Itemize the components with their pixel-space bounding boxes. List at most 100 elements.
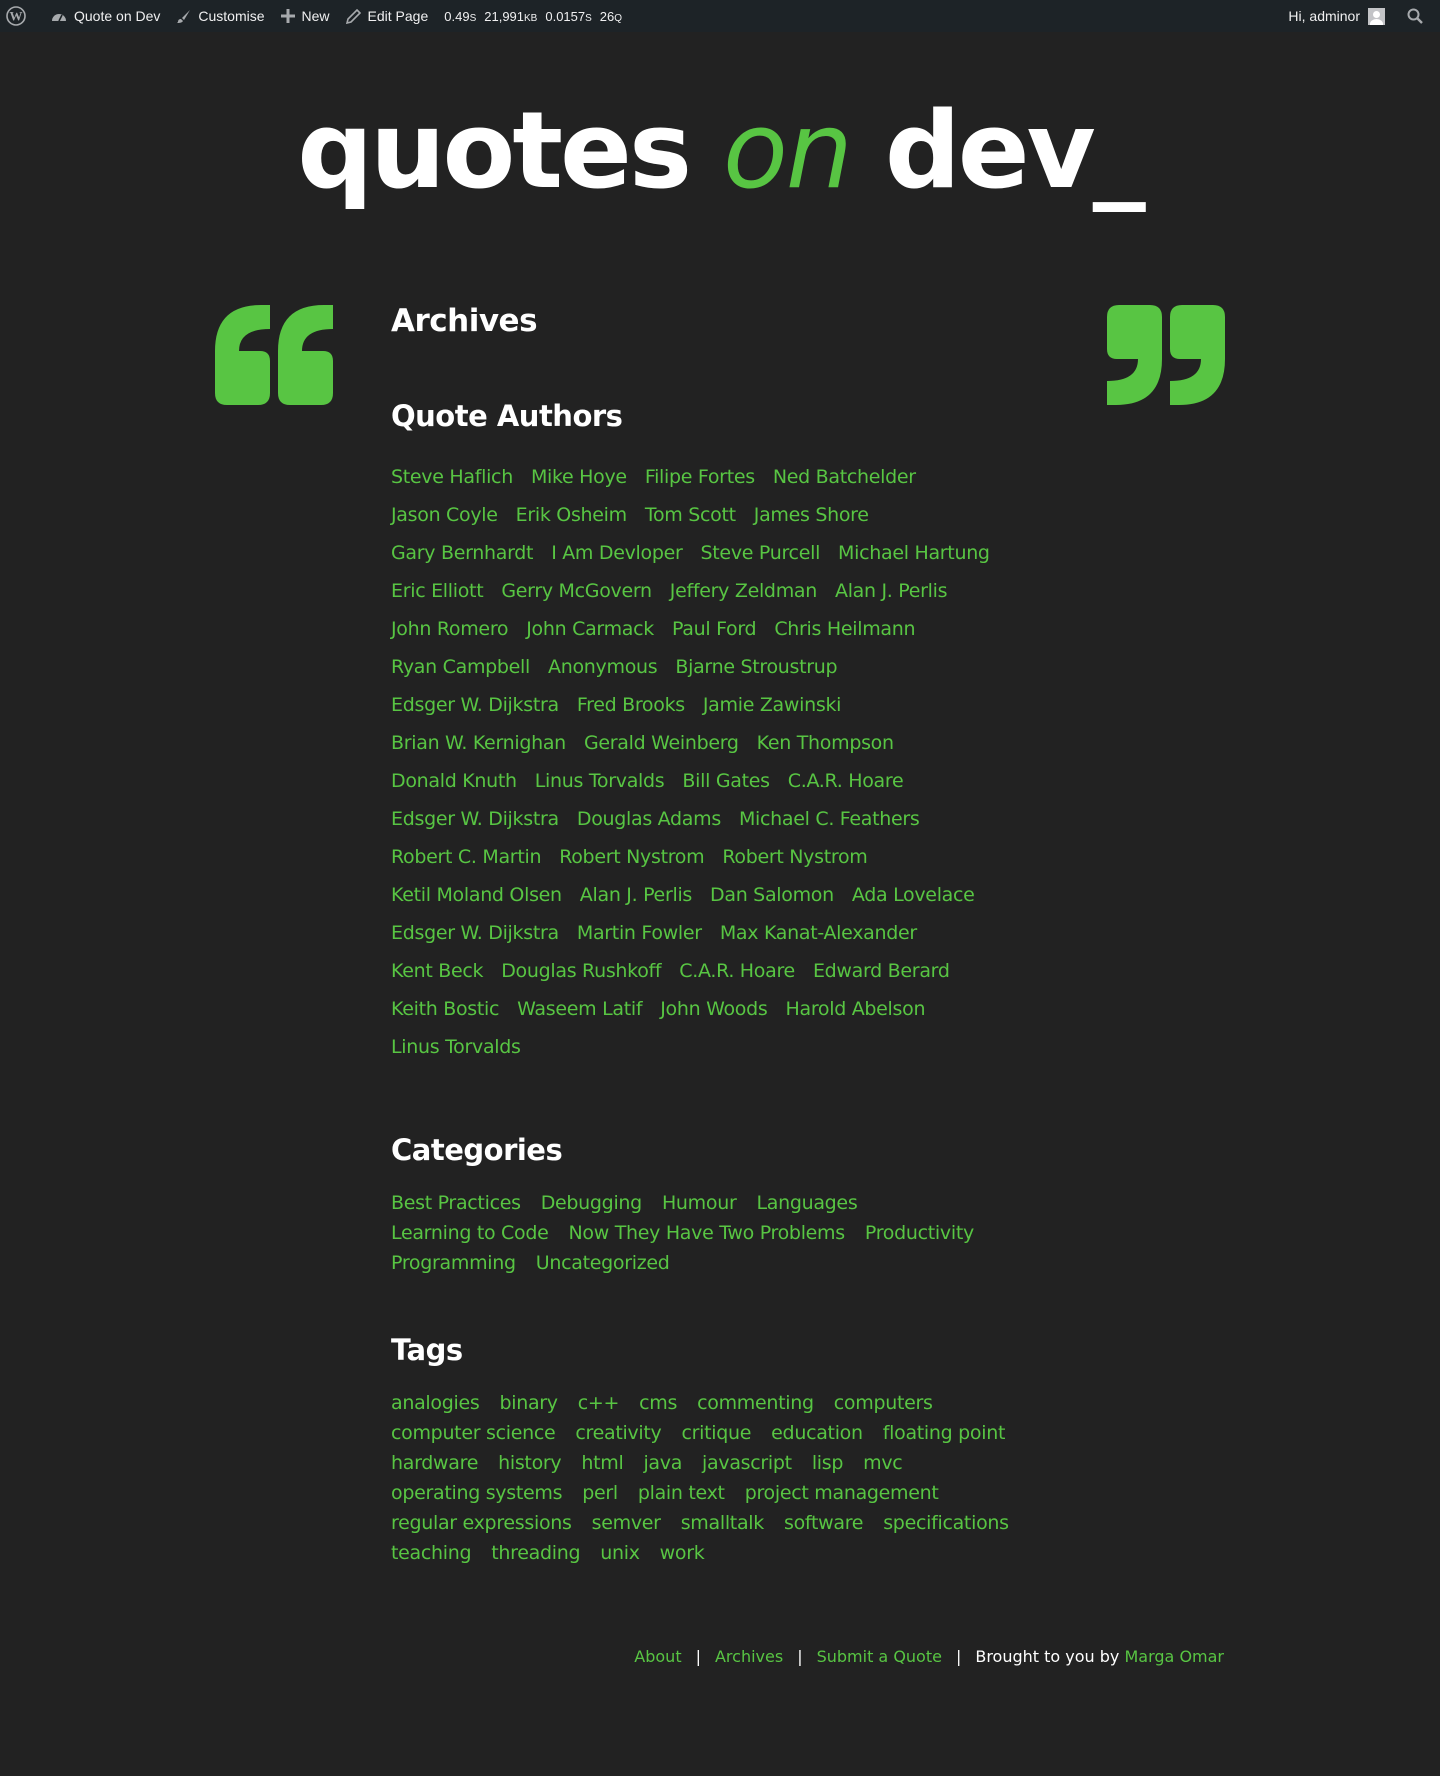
- footer-link-about[interactable]: About: [634, 1647, 681, 1666]
- tag-link[interactable]: cms: [639, 1388, 677, 1418]
- author-link[interactable]: Steve Purcell: [701, 534, 821, 572]
- author-link[interactable]: Max Kanat-Alexander: [720, 914, 917, 952]
- author-link[interactable]: Edward Berard: [813, 952, 950, 990]
- author-link[interactable]: John Carmack: [526, 610, 654, 648]
- author-link[interactable]: Alan J. Perlis: [580, 876, 693, 914]
- author-link[interactable]: Linus Torvalds: [391, 1028, 521, 1066]
- author-link[interactable]: Mike Hoye: [531, 458, 627, 496]
- tag-link[interactable]: computer science: [391, 1418, 556, 1448]
- author-link[interactable]: Douglas Adams: [577, 800, 721, 838]
- wordpress-logo-button[interactable]: W: [0, 0, 43, 32]
- site-name-menu[interactable]: Quote on Dev: [43, 0, 168, 32]
- author-link[interactable]: C.A.R. Hoare: [788, 762, 904, 800]
- tag-link[interactable]: semver: [592, 1508, 661, 1538]
- tag-link[interactable]: history: [498, 1448, 562, 1478]
- tag-link[interactable]: plain text: [638, 1478, 725, 1508]
- tag-link[interactable]: c++: [578, 1388, 620, 1418]
- author-link[interactable]: Edsger W. Dijkstra: [391, 914, 559, 952]
- author-link[interactable]: Brian W. Kernighan: [391, 724, 566, 762]
- author-link[interactable]: Ned Batchelder: [773, 458, 916, 496]
- author-link[interactable]: Paul Ford: [672, 610, 757, 648]
- author-link[interactable]: Jamie Zawinski: [703, 686, 842, 724]
- customise-button[interactable]: Customise: [168, 0, 272, 32]
- author-link[interactable]: Martin Fowler: [577, 914, 702, 952]
- tag-link[interactable]: threading: [491, 1538, 580, 1568]
- author-link[interactable]: Fred Brooks: [577, 686, 685, 724]
- author-link[interactable]: Steve Haflich: [391, 458, 513, 496]
- tag-link[interactable]: javascript: [702, 1448, 792, 1478]
- author-link[interactable]: Chris Heilmann: [774, 610, 915, 648]
- author-link[interactable]: Ryan Campbell: [391, 648, 530, 686]
- edit-page-button[interactable]: Edit Page: [338, 0, 437, 32]
- author-link[interactable]: C.A.R. Hoare: [679, 952, 795, 990]
- tag-link[interactable]: analogies: [391, 1388, 480, 1418]
- author-link[interactable]: Douglas Rushkoff: [501, 952, 661, 990]
- tag-link[interactable]: education: [771, 1418, 863, 1448]
- author-link[interactable]: I Am Devloper: [551, 534, 683, 572]
- category-link[interactable]: Languages: [756, 1188, 857, 1218]
- author-link[interactable]: Donald Knuth: [391, 762, 517, 800]
- category-link[interactable]: Best Practices: [391, 1188, 521, 1218]
- author-link[interactable]: Gary Bernhardt: [391, 534, 533, 572]
- category-link[interactable]: Programming: [391, 1248, 516, 1278]
- tag-link[interactable]: lisp: [812, 1448, 844, 1478]
- author-link[interactable]: Edsger W. Dijkstra: [391, 686, 559, 724]
- author-link[interactable]: Bill Gates: [682, 762, 770, 800]
- author-link[interactable]: Michael Hartung: [838, 534, 990, 572]
- author-link[interactable]: Filipe Fortes: [645, 458, 755, 496]
- admin-search-button[interactable]: [1393, 0, 1440, 32]
- tag-link[interactable]: unix: [600, 1538, 640, 1568]
- category-link[interactable]: Debugging: [541, 1188, 643, 1218]
- author-link[interactable]: Waseem Latif: [517, 990, 642, 1028]
- tag-link[interactable]: binary: [499, 1388, 558, 1418]
- category-link[interactable]: Learning to Code: [391, 1218, 549, 1248]
- author-link[interactable]: Linus Torvalds: [535, 762, 665, 800]
- tag-link[interactable]: java: [643, 1448, 682, 1478]
- author-link[interactable]: Edsger W. Dijkstra: [391, 800, 559, 838]
- tag-link[interactable]: creativity: [575, 1418, 661, 1448]
- category-link[interactable]: Now They Have Two Problems: [568, 1218, 845, 1248]
- my-account-menu[interactable]: Hi, adminor: [1280, 0, 1393, 32]
- author-link[interactable]: Jason Coyle: [391, 496, 498, 534]
- footer-link-archives[interactable]: Archives: [715, 1647, 783, 1666]
- tag-link[interactable]: software: [784, 1508, 864, 1538]
- author-link[interactable]: Kent Beck: [391, 952, 484, 990]
- tag-link[interactable]: project management: [745, 1478, 939, 1508]
- author-link[interactable]: Michael C. Feathers: [739, 800, 920, 838]
- tag-link[interactable]: specifications: [883, 1508, 1009, 1538]
- tag-link[interactable]: critique: [682, 1418, 752, 1448]
- tag-link[interactable]: hardware: [391, 1448, 478, 1478]
- new-content-button[interactable]: New: [273, 0, 338, 32]
- category-link[interactable]: Productivity: [865, 1218, 974, 1248]
- author-link[interactable]: Ketil Moland Olsen: [391, 876, 562, 914]
- author-link[interactable]: Harold Abelson: [785, 990, 925, 1028]
- author-link[interactable]: Tom Scott: [645, 496, 736, 534]
- author-link[interactable]: Erik Osheim: [516, 496, 628, 534]
- category-link[interactable]: Humour: [662, 1188, 737, 1218]
- author-link[interactable]: Ken Thompson: [757, 724, 894, 762]
- footer-link-submit-quote[interactable]: Submit a Quote: [817, 1647, 942, 1666]
- author-link[interactable]: Robert C. Martin: [391, 838, 541, 876]
- author-link[interactable]: Keith Bostic: [391, 990, 499, 1028]
- tag-link[interactable]: html: [581, 1448, 623, 1478]
- tag-link[interactable]: computers: [834, 1388, 933, 1418]
- author-link[interactable]: Alan J. Perlis: [835, 572, 948, 610]
- author-link[interactable]: Jeffery Zeldman: [670, 572, 818, 610]
- author-link[interactable]: Ada Lovelace: [852, 876, 975, 914]
- author-link[interactable]: Dan Salomon: [710, 876, 834, 914]
- author-link[interactable]: Eric Elliott: [391, 572, 484, 610]
- tag-link[interactable]: mvc: [863, 1448, 903, 1478]
- footer-credit-author-link[interactable]: Marga Omar: [1124, 1647, 1224, 1666]
- author-link[interactable]: James Shore: [754, 496, 869, 534]
- author-link[interactable]: Gerald Weinberg: [584, 724, 739, 762]
- tag-link[interactable]: perl: [582, 1478, 618, 1508]
- tag-link[interactable]: teaching: [391, 1538, 472, 1568]
- tag-link[interactable]: work: [660, 1538, 705, 1568]
- tag-link[interactable]: floating point: [883, 1418, 1006, 1448]
- author-link[interactable]: Robert Nystrom: [559, 838, 704, 876]
- tag-link[interactable]: smalltalk: [681, 1508, 765, 1538]
- author-link[interactable]: John Romero: [391, 610, 509, 648]
- author-link[interactable]: John Woods: [660, 990, 768, 1028]
- author-link[interactable]: Robert Nystrom: [722, 838, 867, 876]
- tag-link[interactable]: operating systems: [391, 1478, 563, 1508]
